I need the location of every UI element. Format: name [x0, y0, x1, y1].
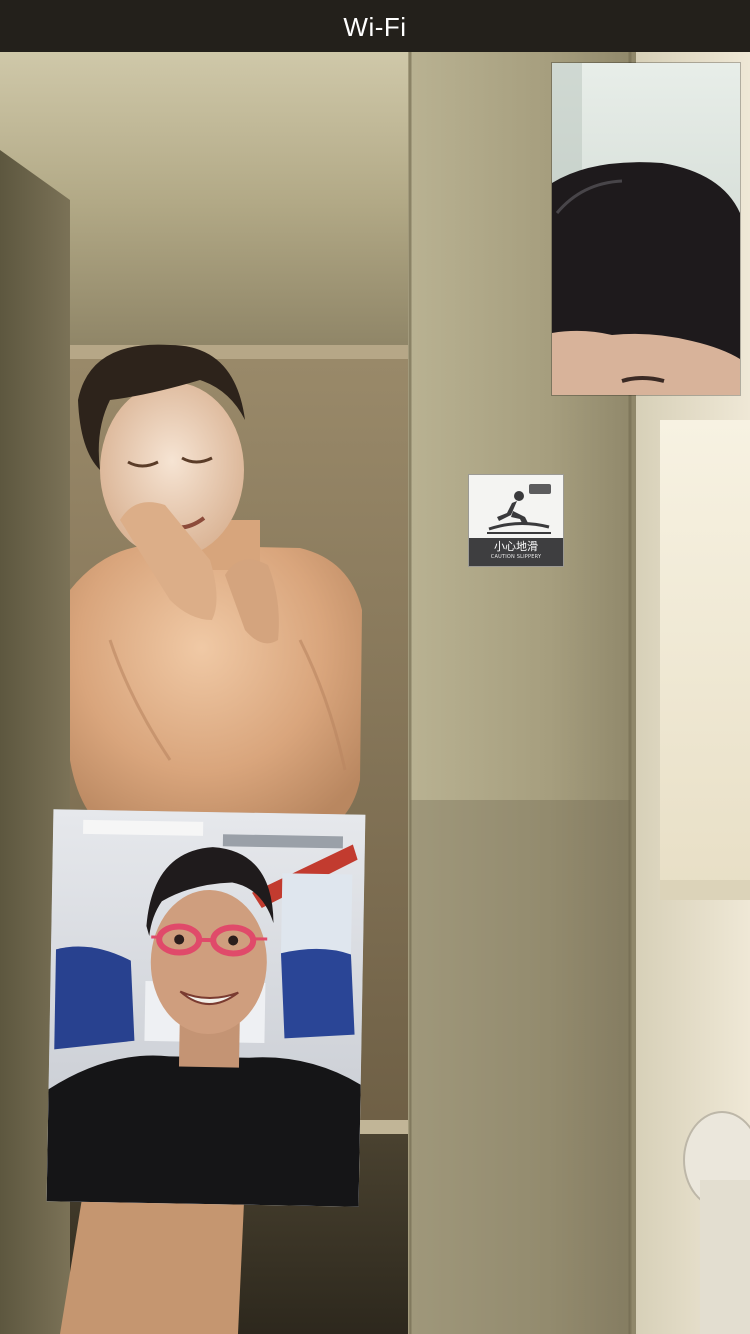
- slippery-floor-icon: [487, 484, 551, 534]
- self-view-camera-image: [552, 63, 740, 395]
- caution-sign: 小心地滑 CAUTION SLIPPERY: [468, 474, 564, 567]
- network-status-label: Wi-Fi: [343, 12, 407, 42]
- sign-label-band: 小心地滑 CAUTION SLIPPERY: [469, 538, 563, 566]
- status-bar: Wi-Fi: [0, 0, 750, 52]
- video-call-screen: Wi-Fi 小心地滑 CAUTION SLIPPERY: [0, 0, 750, 1334]
- sign-text-english: CAUTION SLIPPERY: [490, 554, 542, 560]
- sign-text-chinese: 小心地滑: [494, 540, 538, 553]
- overlay-photo-image: [46, 809, 366, 1207]
- overlay-selfie-photo: [46, 809, 366, 1207]
- self-view-thumbnail[interactable]: [552, 63, 740, 395]
